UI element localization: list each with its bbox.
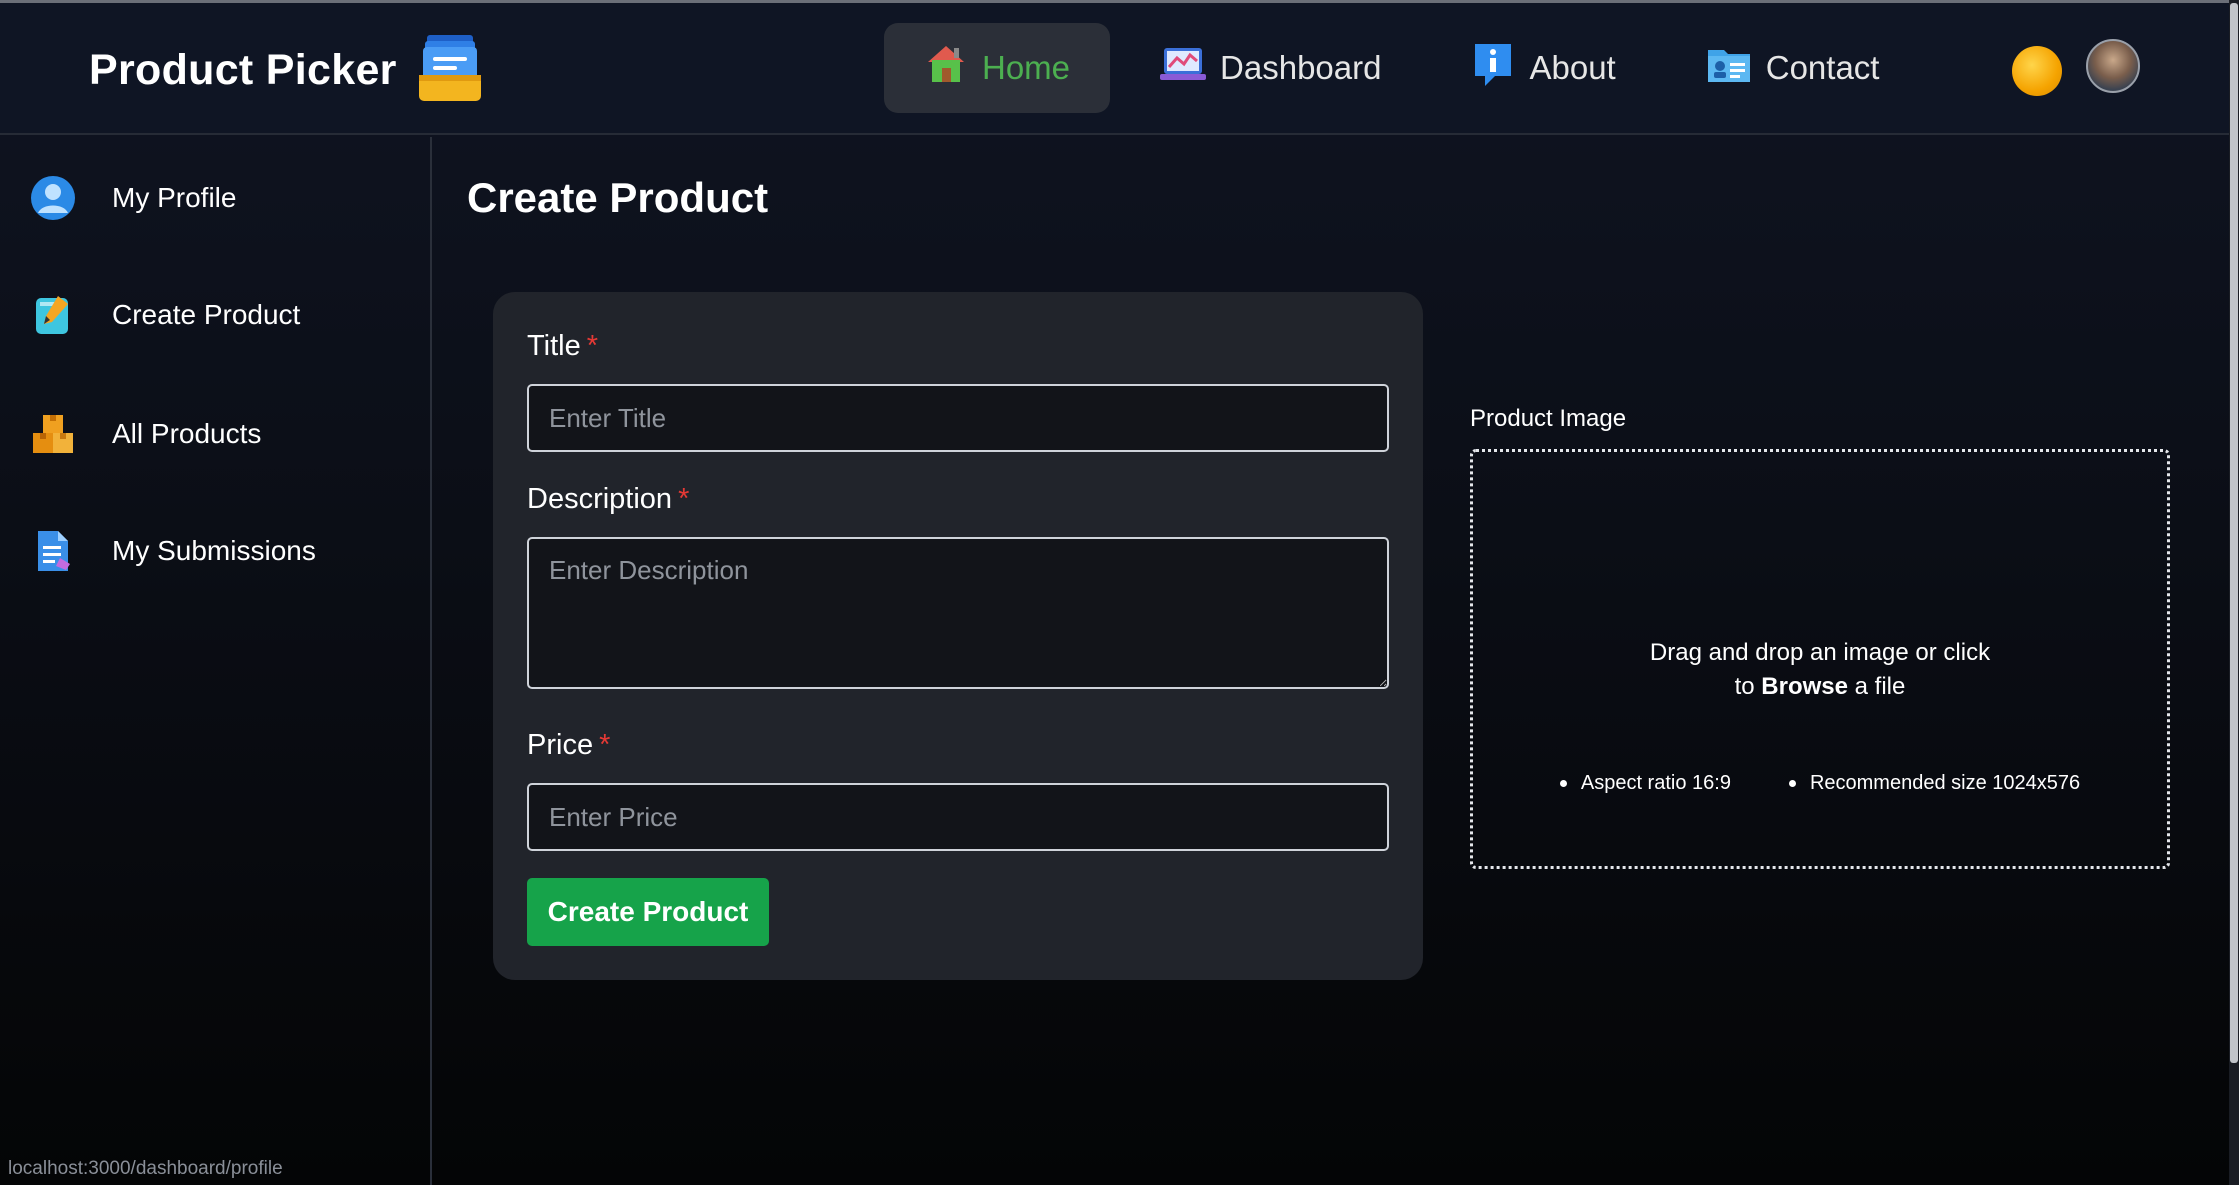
brand[interactable]: Product Picker bbox=[89, 33, 483, 108]
nav-dashboard-label: Dashboard bbox=[1220, 49, 1382, 86]
required-mark: * bbox=[678, 483, 690, 515]
price-label-text: Price bbox=[527, 729, 594, 761]
nav-dashboard[interactable]: Dashboard bbox=[1120, 23, 1421, 113]
sidebar-item-create-product[interactable]: Create Product bbox=[30, 292, 300, 338]
sidebar-item-my-submissions[interactable]: My Submissions bbox=[30, 528, 316, 574]
browse-link[interactable]: Browse bbox=[1761, 673, 1848, 700]
image-dropzone[interactable]: Drag and drop an image or click to Brows… bbox=[1470, 449, 2170, 869]
user-circle-icon bbox=[30, 175, 76, 221]
title-input[interactable] bbox=[527, 384, 1389, 452]
nav-home-label: Home bbox=[982, 49, 1071, 86]
description-label-text: Description bbox=[527, 483, 673, 515]
nav-home[interactable]: Home bbox=[884, 23, 1111, 113]
document-tray-icon bbox=[417, 33, 483, 108]
description-input[interactable] bbox=[527, 537, 1389, 689]
scrollbar-thumb[interactable] bbox=[2230, 3, 2238, 1063]
nav-contact-label: Contact bbox=[1765, 49, 1880, 86]
aspect-ratio-hint: Aspect ratio 16:9 bbox=[1560, 772, 1731, 795]
sidebar-item-label: All Products bbox=[112, 418, 262, 449]
price-input[interactable] bbox=[527, 783, 1389, 851]
notepad-pencil-icon bbox=[30, 292, 76, 338]
recommended-size-hint: Recommended size 1024x576 bbox=[1789, 772, 2080, 795]
app-title: Product Picker bbox=[89, 46, 397, 94]
house-icon bbox=[924, 42, 968, 94]
status-bar-url: localhost:3000/dashboard/profile bbox=[8, 1158, 283, 1179]
main-nav: Home Dashboard About Contact bbox=[884, 23, 1929, 113]
page-title: Create Product bbox=[467, 174, 769, 221]
sidebar-item-my-profile[interactable]: My Profile bbox=[30, 175, 236, 221]
nav-about-label: About bbox=[1529, 49, 1616, 86]
chart-laptop-icon bbox=[1160, 44, 1207, 92]
user-avatar[interactable] bbox=[2086, 39, 2140, 93]
sidebar-item-label: My Submissions bbox=[112, 535, 316, 566]
nav-contact[interactable]: Contact bbox=[1666, 23, 1920, 113]
boxes-icon bbox=[30, 411, 76, 457]
sun-icon[interactable] bbox=[2012, 46, 2062, 96]
price-label: Price * bbox=[527, 729, 610, 762]
create-product-form: Title* Description* Price* Create Produc… bbox=[493, 292, 1423, 980]
sidebar-item-all-products[interactable]: All Products bbox=[30, 411, 261, 457]
sidebar: My Profile Create Product All Products M… bbox=[0, 137, 432, 1185]
info-bubble-icon bbox=[1471, 40, 1515, 96]
dropzone-hints: Aspect ratio 16:9 Recommended size 1024x… bbox=[1473, 772, 2167, 795]
sidebar-item-label: Create Product bbox=[112, 299, 301, 330]
title-label: Title * bbox=[527, 330, 598, 363]
required-mark: * bbox=[599, 729, 611, 761]
dropzone-instructions: Drag and drop an image or click to Brows… bbox=[1473, 636, 2167, 704]
required-mark: * bbox=[586, 330, 599, 362]
top-navbar: Product Picker Home Dashboard About Cont… bbox=[0, 3, 2230, 135]
create-product-button[interactable]: Create Product bbox=[527, 878, 769, 946]
sidebar-item-label: My Profile bbox=[112, 182, 237, 213]
nav-about[interactable]: About bbox=[1431, 23, 1655, 113]
description-label: Description * bbox=[527, 483, 689, 516]
contact-card-folder-icon bbox=[1706, 44, 1752, 92]
document-edit-icon bbox=[30, 528, 76, 574]
title-label-text: Title bbox=[527, 330, 581, 362]
product-image-label: Product Image bbox=[1470, 405, 1627, 432]
dropzone-text-after: a file bbox=[1848, 673, 1906, 700]
